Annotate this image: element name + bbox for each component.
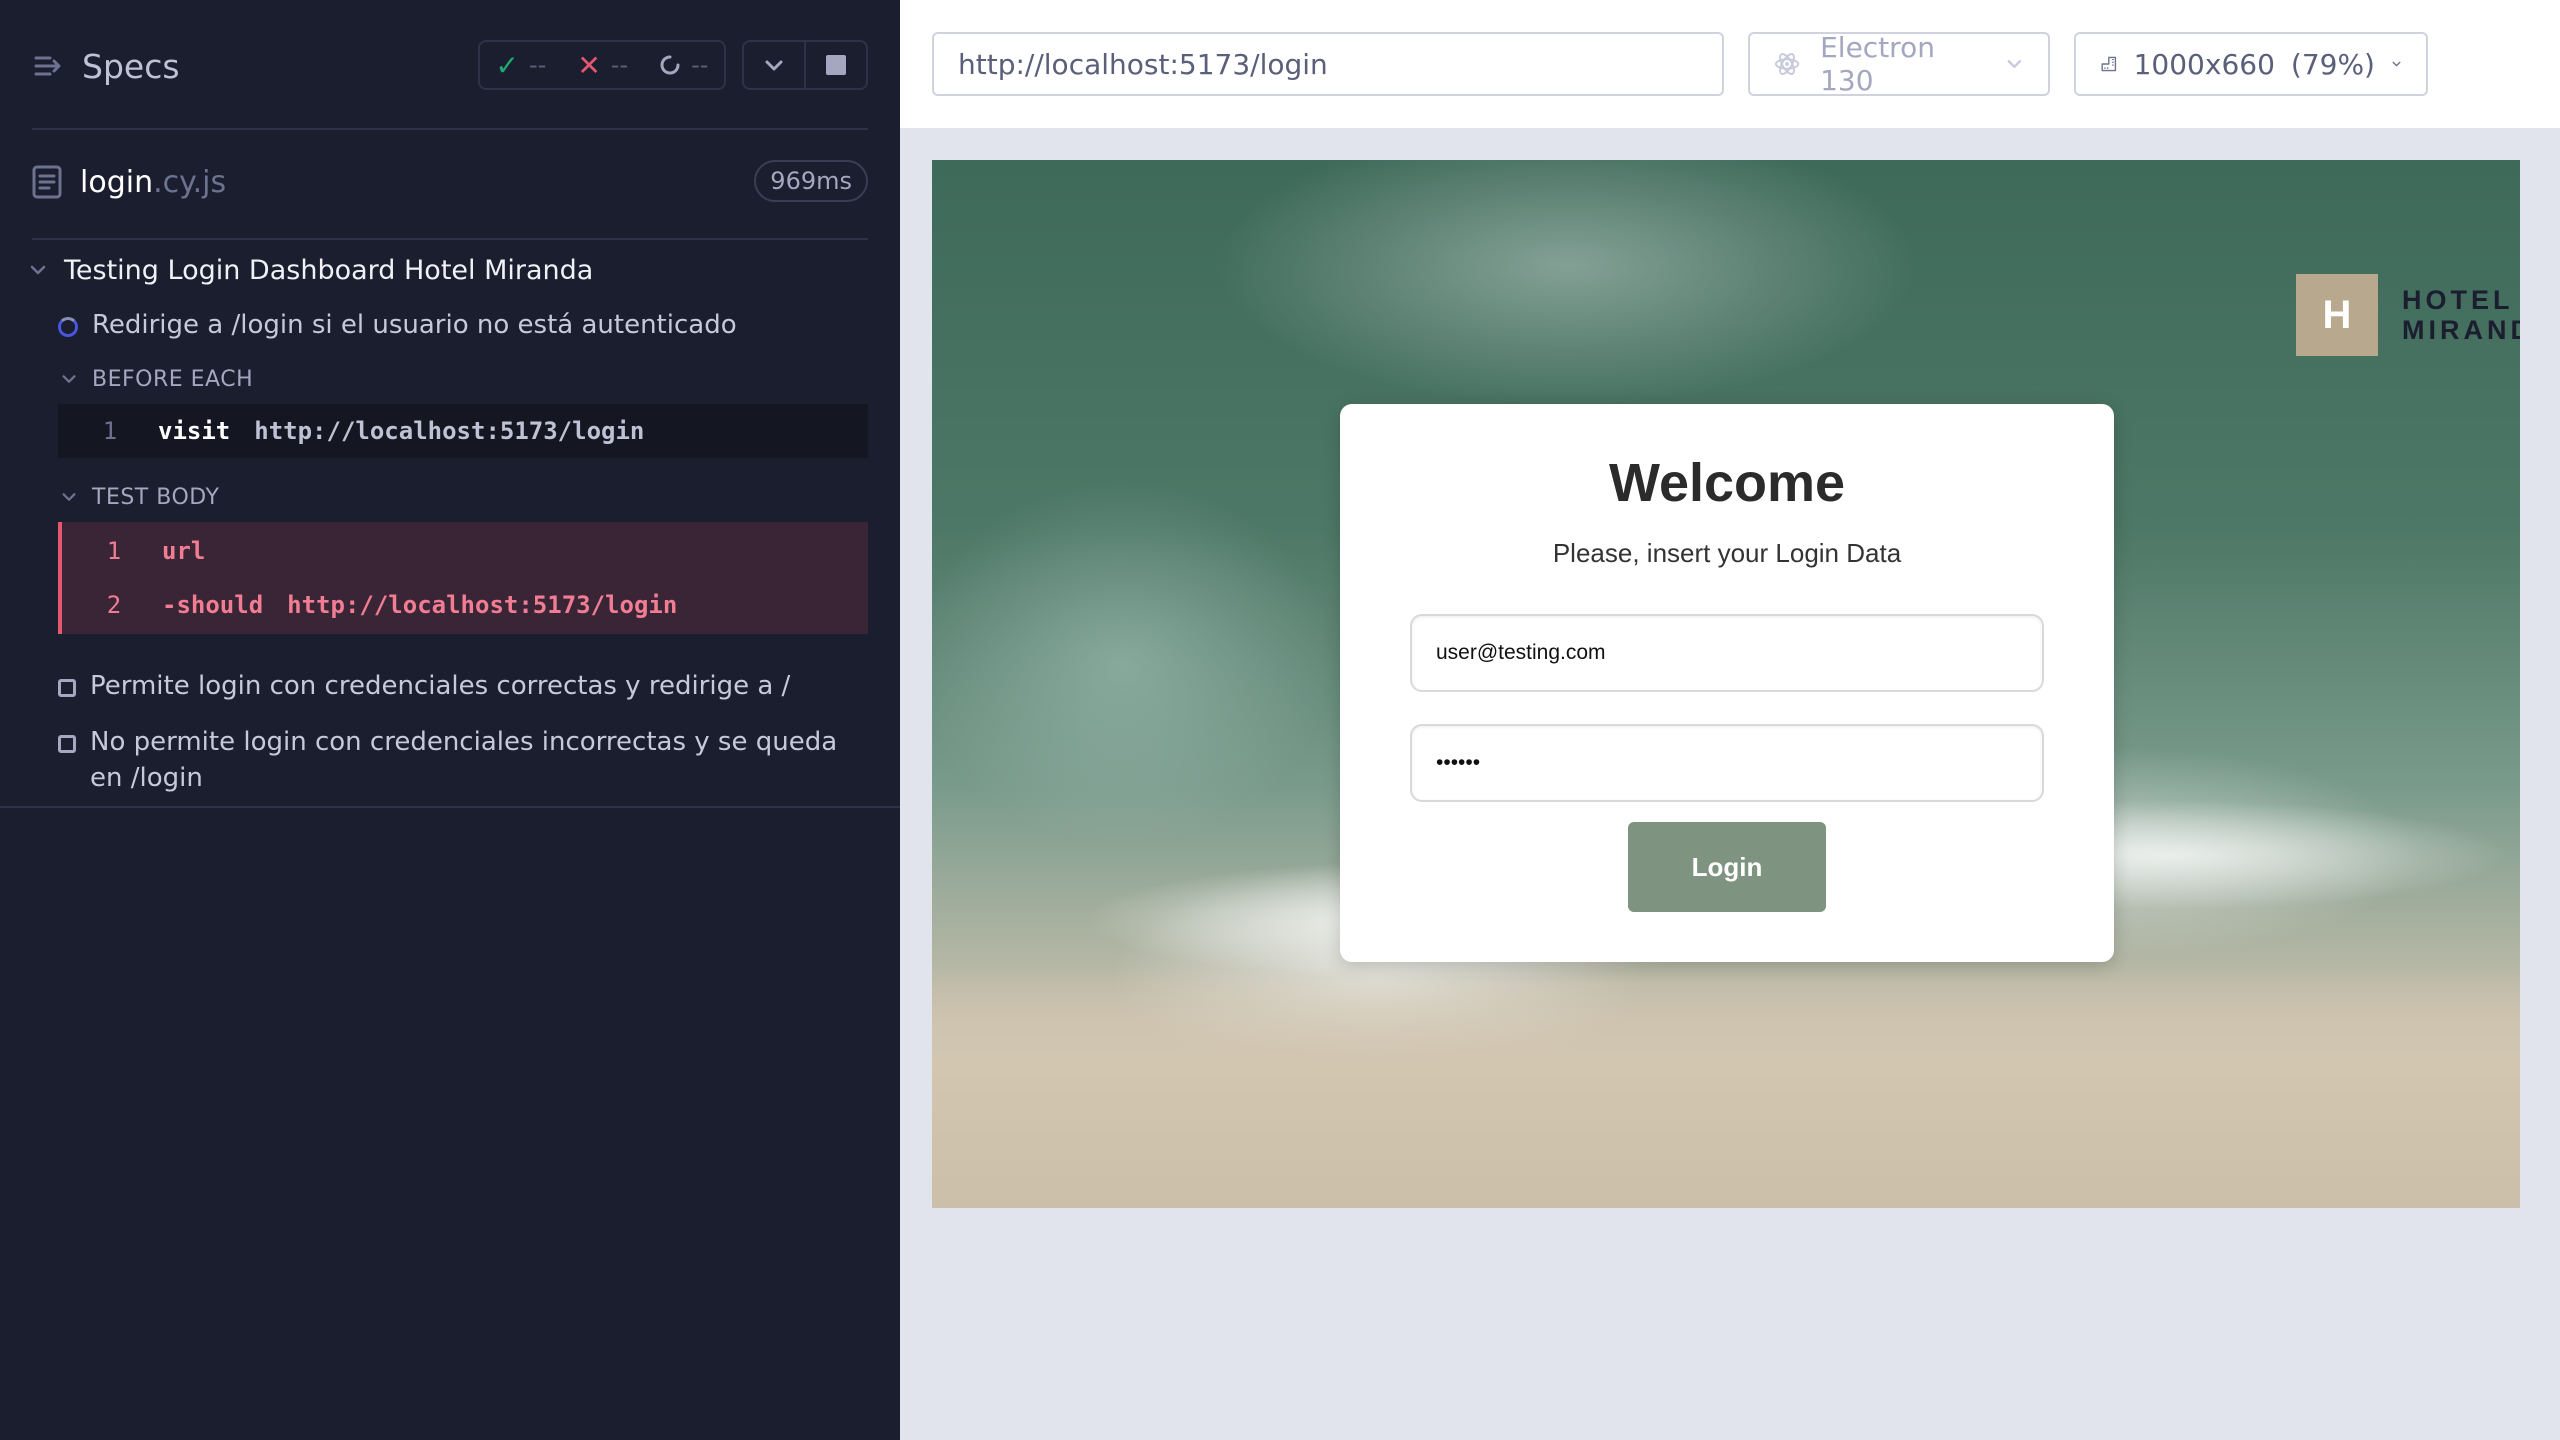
chevron-down-icon — [2392, 61, 2401, 67]
cross-icon: ✕ — [577, 48, 601, 82]
logo-text: HOTEL MIRAND — [2402, 285, 2520, 345]
pending-circle-icon — [660, 55, 680, 75]
divider — [32, 238, 868, 240]
check-icon: ✓ — [495, 48, 519, 82]
stat-passed-count: -- — [528, 51, 547, 79]
stop-icon — [826, 55, 846, 75]
logo-line-1: HOTEL — [2402, 285, 2514, 315]
stat-pending: -- — [659, 51, 708, 79]
ruler-icon — [2101, 56, 2117, 72]
chevron-down-icon — [62, 375, 76, 383]
auto-scroll-button[interactable] — [744, 42, 804, 88]
stat-passed: ✓ -- — [496, 49, 547, 82]
command-value: http://localhost:5173/login — [287, 591, 678, 619]
chevron-down-icon — [30, 265, 46, 275]
divider — [32, 128, 868, 130]
browser-selector[interactable]: Electron 130 — [1748, 31, 2050, 97]
chevron-down-icon — [2007, 60, 2022, 68]
login-button[interactable]: Login — [1628, 822, 1826, 912]
pending-icon — [58, 735, 76, 753]
command-value: http://localhost:5173/login — [254, 417, 645, 445]
email-input[interactable] — [1410, 614, 2044, 692]
aut-header: http://localhost:5173/login Electron 130… — [900, 0, 2560, 128]
command-row[interactable]: 2 -should http://localhost:5173/login — [62, 578, 678, 632]
stat-failed-count: -- — [610, 51, 629, 79]
viewport-zoom: (79%) — [2290, 47, 2375, 81]
pending-icon — [58, 679, 76, 697]
command-name: visit — [158, 417, 231, 445]
stat-pending-count: -- — [691, 51, 709, 79]
command-name: -should — [162, 591, 264, 619]
login-card: Welcome Please, insert your Login Data L… — [1340, 404, 2114, 962]
reporter-header: Specs ✓ -- ✕ -- -- — [0, 0, 900, 130]
browser-label: Electron 130 — [1820, 31, 1935, 97]
test-title: Permite login con credenciales correctas… — [90, 671, 791, 701]
command-number: 2 — [106, 591, 122, 619]
command-list: 1 visit http://localhost:5173/login — [58, 404, 868, 458]
test-row[interactable]: No permite login con credenciales incorr… — [58, 724, 858, 796]
suite-title-row[interactable]: Testing Login Dashboard Hotel Miranda — [28, 250, 593, 290]
viewport-selector[interactable]: 1000x660 (79%) — [2074, 32, 2428, 96]
command-number: 1 — [102, 417, 118, 445]
test-title: Redirige a /login si el usuario no está … — [92, 310, 737, 340]
test-row[interactable]: Redirige a /login si el usuario no está … — [58, 307, 737, 343]
hook-label: BEFORE EACH — [92, 366, 254, 392]
spec-file-row[interactable]: login .cy.js 969ms — [32, 158, 868, 206]
command-row[interactable]: 1 visit http://localhost:5173/login — [58, 404, 645, 458]
command-row[interactable]: 1 url — [62, 524, 229, 578]
hook-test-body[interactable]: TEST BODY — [60, 482, 219, 512]
spec-file-ext: .cy.js — [153, 164, 227, 200]
suite-title: Testing Login Dashboard Hotel Miranda — [64, 254, 594, 286]
file-icon — [32, 165, 62, 199]
specs-toggle[interactable]: Specs — [32, 44, 180, 88]
running-spinner-icon — [58, 317, 78, 337]
divider — [0, 806, 900, 808]
login-title: Welcome — [1608, 453, 1846, 513]
url-field[interactable]: http://localhost:5173/login — [932, 32, 1724, 96]
command-list-failing: 1 url 2 -should http://localhost:5173/lo… — [58, 522, 868, 634]
chevron-down-icon — [62, 493, 76, 501]
command-name: url — [162, 537, 206, 565]
test-row[interactable]: Permite login con credenciales correctas… — [58, 668, 790, 704]
hook-before-each[interactable]: BEFORE EACH — [60, 364, 253, 394]
logo-mark: H — [2296, 274, 2378, 356]
chevron-down-icon — [765, 60, 783, 71]
stats-bar: ✓ -- ✕ -- -- — [478, 40, 726, 90]
command-number: 1 — [106, 537, 122, 565]
stat-failed: ✕ -- — [577, 49, 628, 82]
specs-list-icon — [34, 56, 61, 76]
viewport-size: 1000x660 — [2133, 47, 2275, 81]
app-under-test-frame: H HOTEL MIRAND Welcome Please, insert yo… — [932, 160, 2520, 1208]
login-subtitle: Please, insert your Login Data — [1552, 538, 1902, 568]
password-input[interactable] — [1410, 724, 2044, 802]
stop-button[interactable] — [804, 42, 866, 88]
test-title: No permite login con credenciales incorr… — [90, 727, 838, 793]
logo-line-2: MIRAND — [2402, 315, 2520, 345]
hook-label: TEST BODY — [92, 484, 220, 510]
hotel-logo: H HOTEL MIRAND — [2296, 274, 2520, 356]
spec-file-name: login — [80, 164, 154, 200]
reporter-panel: Specs ✓ -- ✕ -- -- login .cy.js 969ms Te… — [0, 0, 900, 1440]
run-controls — [742, 40, 868, 90]
spec-duration-badge: 969ms — [754, 160, 868, 202]
specs-title: Specs — [82, 46, 180, 86]
background-sand — [932, 968, 2520, 1208]
electron-icon — [1774, 53, 1800, 75]
